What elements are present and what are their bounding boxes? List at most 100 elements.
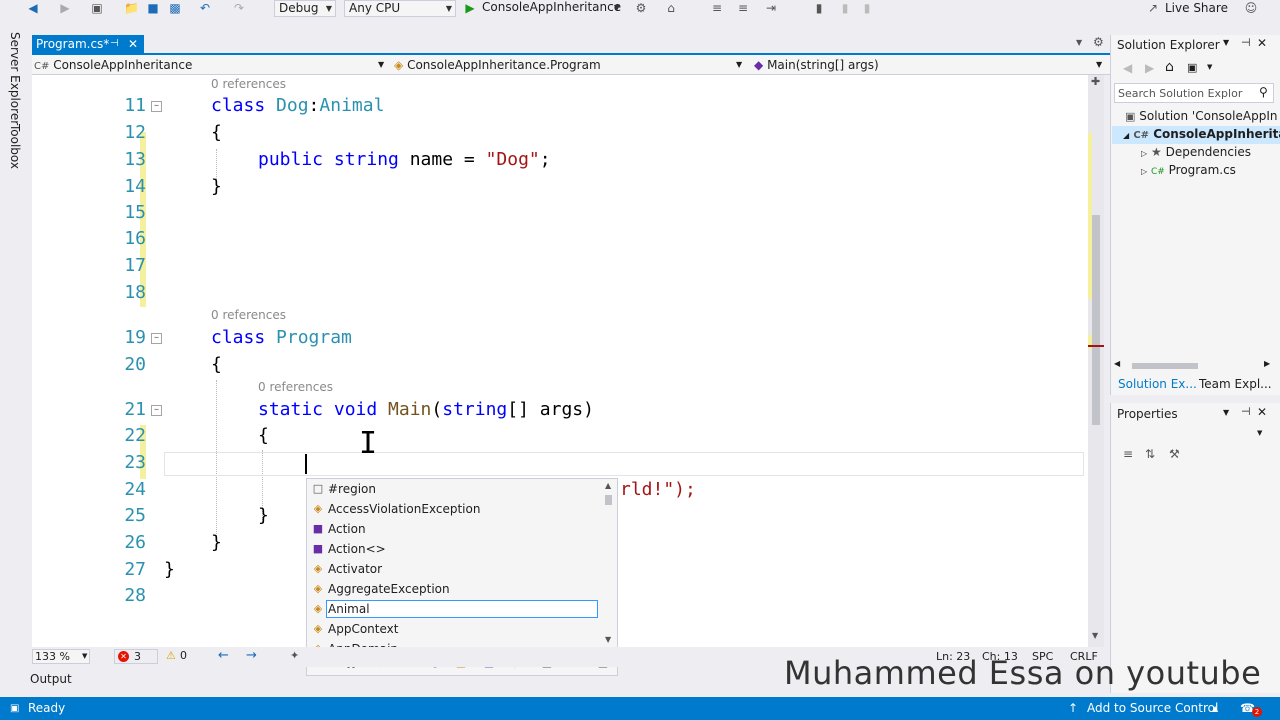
account-icon[interactable]: ☺	[1244, 1, 1258, 15]
completion-item[interactable]: ■ Action	[307, 519, 607, 539]
scroll-thumb[interactable]	[1092, 215, 1100, 425]
align-icon[interactable]: ≡	[710, 1, 724, 15]
pin-icon[interactable]: ⊣	[1241, 36, 1251, 49]
tree-file-program[interactable]: ▷ C# Program.cs	[1141, 163, 1236, 177]
intellisense-popup[interactable]: □ #region ◈ AccessViolationException ■ Acti…	[306, 478, 618, 650]
indent-icon[interactable]: ⇥	[764, 1, 778, 15]
arrow-right-icon[interactable]: →	[246, 648, 257, 663]
chevron-down-icon[interactable]: ▼	[605, 635, 611, 644]
completion-item[interactable]: ◈ AppContext	[307, 619, 607, 639]
completion-item[interactable]: ■ Action<>	[307, 539, 607, 559]
completion-label: AggregateException	[328, 582, 450, 596]
ibeam-cursor-icon: I	[359, 426, 378, 461]
pin-icon[interactable]: ⊣	[110, 35, 119, 53]
solution-search-input[interactable]: Search Solution Explor ⚲	[1114, 83, 1274, 103]
tab-label: Program.cs*	[36, 37, 110, 51]
collapse-toggle[interactable]: –	[151, 333, 162, 344]
categorized-icon[interactable]: ≡	[1123, 447, 1133, 461]
editor-scrollbar[interactable]: ✚ ▼	[1088, 75, 1104, 647]
class-dropdown[interactable]: ◈ ConsoleAppInheritance.Program ▼	[394, 56, 746, 74]
collapse-toggle[interactable]: –	[151, 101, 162, 112]
back-icon[interactable]: ◀	[1123, 61, 1132, 75]
status-bar: ▣ Ready ↑ Add to Source Control ▲ ☎ 2	[0, 697, 1280, 720]
tree-solution[interactable]: ▣ Solution 'ConsoleAppIn	[1125, 109, 1277, 123]
chevron-down-icon[interactable]: ▼	[1076, 38, 1082, 47]
tree-project[interactable]: ◢ C# ConsoleAppInherita	[1123, 127, 1280, 141]
delegate-icon: ■	[312, 542, 324, 555]
tree-dependencies[interactable]: ▷ ★ Dependencies	[1141, 145, 1251, 159]
forward-icon[interactable]: ▶	[58, 1, 72, 15]
errors-indicator[interactable]: ✕ 3	[114, 649, 158, 664]
pin-icon[interactable]: ⊣	[1241, 405, 1251, 418]
comment-icon[interactable]: ≡	[736, 1, 750, 15]
brush-icon[interactable]: ✦	[290, 649, 299, 662]
bookmark-icon[interactable]: ▮	[812, 1, 826, 15]
line-number: 23	[124, 452, 146, 473]
references-codelens[interactable]: 0 references	[211, 308, 286, 322]
tab-team-explorer[interactable]: Team Expl...	[1199, 377, 1272, 391]
bookmark-prev-icon[interactable]: ▮	[838, 1, 852, 15]
close-icon[interactable]: ✕	[1257, 405, 1267, 419]
home-icon[interactable]: ⌂	[664, 1, 678, 15]
project-value: ConsoleAppInheritance	[53, 58, 193, 72]
chevron-down-icon[interactable]: ▼	[1092, 631, 1098, 640]
completion-item[interactable]: ◈ AccessViolationException	[307, 499, 607, 519]
arrow-left-icon[interactable]: ←	[218, 648, 229, 663]
zoom-dropdown[interactable]: 133 % ▼	[32, 649, 90, 664]
completion-item[interactable]: ◈ AggregateException	[307, 579, 607, 599]
save-icon[interactable]: ■	[146, 1, 160, 15]
save-all-icon[interactable]: ▩	[168, 1, 182, 15]
watermark: Muhammed Essa on youtube	[784, 654, 1262, 692]
forward-icon[interactable]: ▶	[1145, 61, 1154, 75]
run-target-button[interactable]: ConsoleAppInheritance	[482, 0, 621, 15]
collapse-toggle[interactable]: –	[151, 405, 162, 416]
member-dropdown[interactable]: ◆ Main(string[] args) ▼	[754, 56, 1108, 74]
close-icon[interactable]: ✕	[128, 35, 138, 53]
home-icon[interactable]: ⌂	[1165, 59, 1174, 75]
horizontal-scrollbar[interactable]: ◀ ▶	[1114, 359, 1276, 371]
platform-dropdown[interactable]: Any CPU ▼	[344, 0, 456, 17]
tab-program-cs[interactable]: Program.cs* ⊣ ✕	[32, 35, 144, 53]
arrow-up-icon: ↑	[1068, 701, 1079, 715]
chevron-down-icon[interactable]: ▼	[1207, 63, 1212, 71]
live-share-button[interactable]: Live Share	[1165, 1, 1228, 15]
project-dropdown[interactable]: C# ConsoleAppInheritance ▼	[34, 56, 388, 74]
chevron-down-icon[interactable]: ▼	[610, 1, 624, 15]
completion-item[interactable]: ◈ Activator	[307, 559, 607, 579]
close-icon[interactable]: ✕	[1257, 36, 1267, 50]
gear-icon[interactable]: ⚙	[1093, 35, 1104, 49]
split-icon[interactable]: ✚	[1091, 75, 1100, 88]
chevron-down-icon[interactable]: ▼	[1223, 38, 1229, 47]
new-project-icon[interactable]: ▣	[90, 1, 104, 15]
warning-count[interactable]: 0	[180, 649, 187, 662]
popup-scroll-thumb[interactable]	[605, 495, 612, 505]
completion-item-selected[interactable]: ◈ Animal	[307, 599, 607, 619]
code-line-19: class Program	[211, 327, 352, 348]
redo-icon[interactable]: ↷	[232, 1, 246, 15]
undo-icon[interactable]: ↶	[198, 1, 212, 15]
sync-icon[interactable]: ▣	[1187, 61, 1197, 74]
config-dropdown[interactable]: Debug ▼	[274, 0, 336, 17]
scroll-thumb[interactable]	[1132, 363, 1198, 369]
chevron-down-icon[interactable]: ▼	[1223, 408, 1229, 417]
server-explorer-tab[interactable]: Server Explorer	[8, 32, 22, 125]
back-icon[interactable]: ◀	[26, 1, 40, 15]
open-folder-icon[interactable]: 📁	[124, 1, 139, 15]
bookmark-next-icon[interactable]: ▮	[860, 1, 874, 15]
run-icon[interactable]: ▶	[463, 1, 477, 15]
tree-label: Program.cs	[1168, 163, 1236, 177]
browser-link-icon[interactable]: ⚙	[634, 1, 648, 15]
references-codelens[interactable]: 0 references	[211, 77, 286, 91]
tab-solution-explorer[interactable]: Solution Ex...	[1118, 377, 1197, 391]
chevron-up-icon[interactable]: ▲	[605, 481, 611, 490]
snippet-icon: □	[312, 482, 324, 495]
property-pages-icon[interactable]: ⚒	[1169, 447, 1180, 461]
toolbox-tab[interactable]: Toolbox	[8, 124, 22, 169]
references-codelens[interactable]: 0 references	[258, 380, 333, 394]
type-name: Program	[276, 327, 352, 348]
source-control-button[interactable]: Add to Source Control	[1087, 697, 1218, 720]
alphabetical-icon[interactable]: ⇅	[1145, 447, 1155, 461]
completion-item[interactable]: □ #region	[307, 479, 607, 499]
output-tab[interactable]: Output	[30, 672, 72, 686]
chevron-down-icon[interactable]: ▼	[1257, 429, 1262, 437]
